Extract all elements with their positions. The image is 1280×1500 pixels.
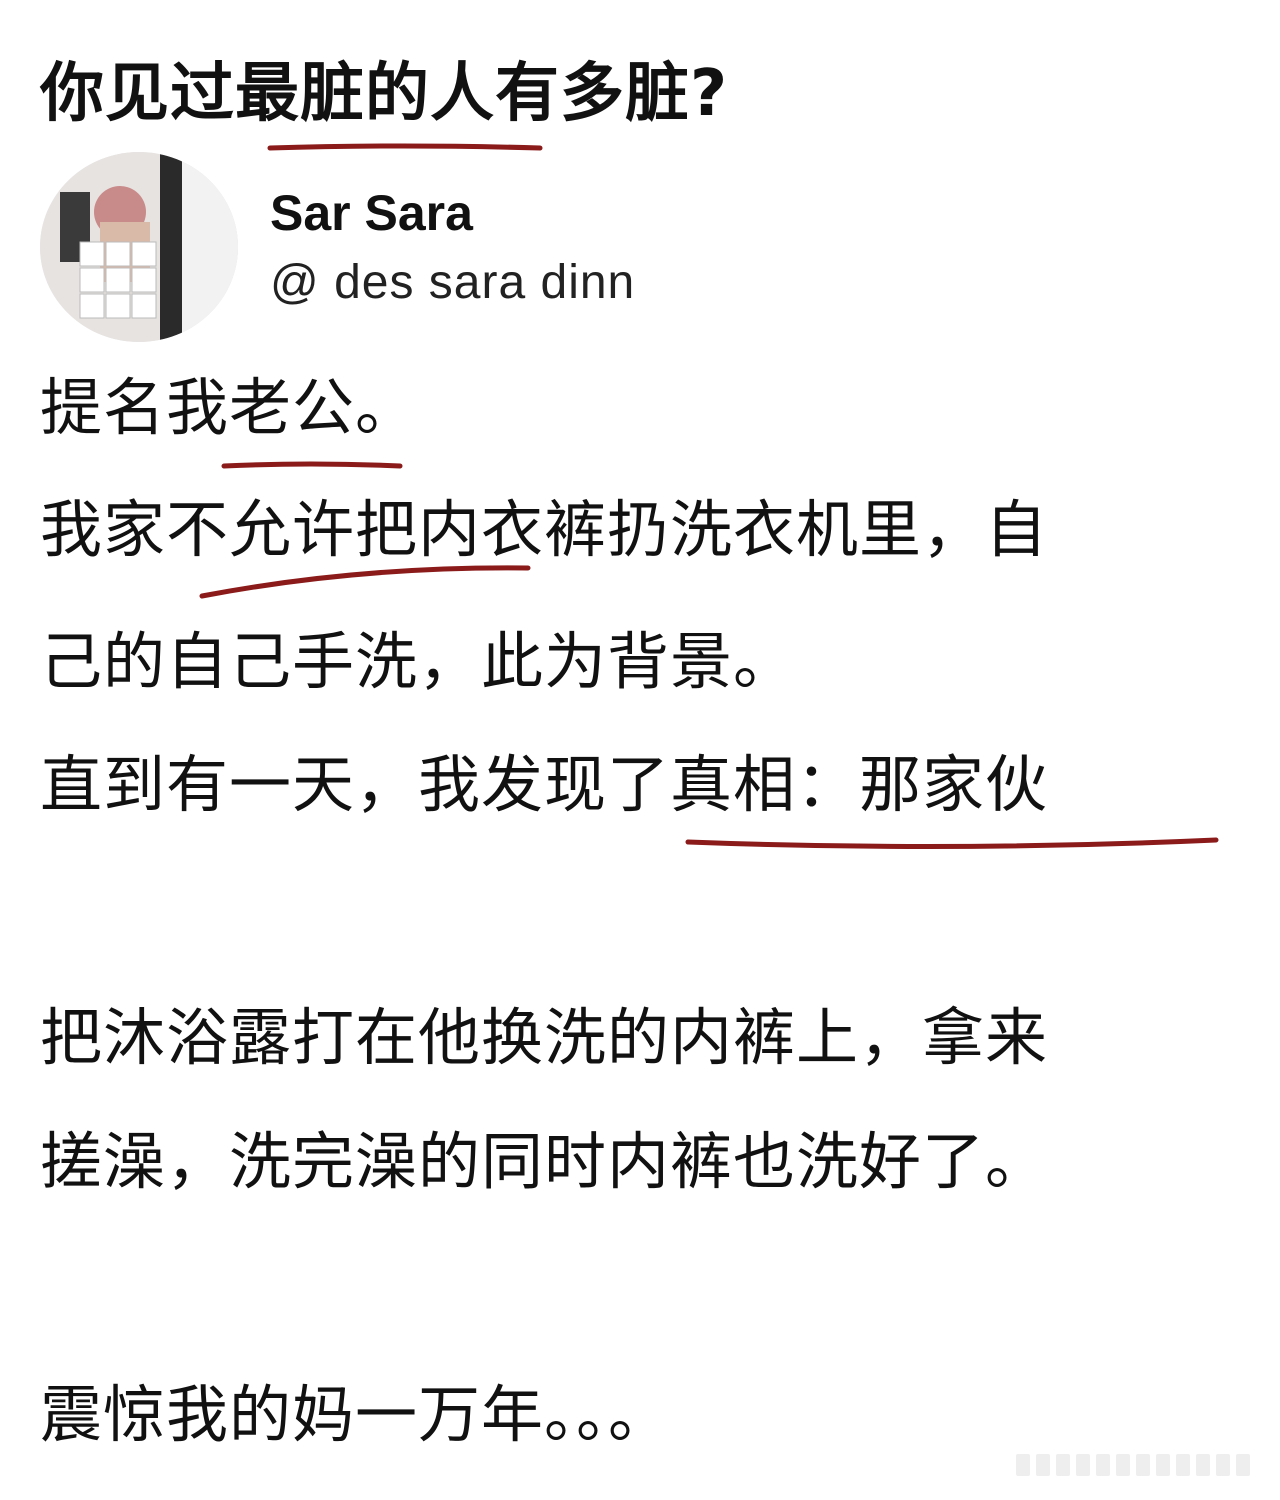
post-line: 直到有一天，我发现了真相：那家伙 (40, 748, 1049, 821)
author-display-name[interactable]: Sar Sara (270, 182, 473, 244)
underline-mark (685, 837, 1219, 850)
post-line: 己的自己手洗，此为背景。 (40, 625, 797, 698)
author-avatar[interactable] (40, 152, 238, 342)
avatar-image (40, 152, 238, 342)
author-handle[interactable]: @ des sara dinn (270, 252, 635, 314)
question-title: 你见过最脏的人有多脏? (40, 57, 729, 131)
post-line: 把沐浴露打在他换洗的内裤上，拿来 (40, 1001, 1049, 1074)
watermark-marks (1016, 1454, 1250, 1476)
underline-mark (221, 461, 403, 469)
post-line: 震惊我的妈一万年。。。 (40, 1378, 672, 1451)
underline-mark (267, 143, 543, 151)
post-line: 提名我老公。 (40, 371, 419, 444)
post-line: 我家不允许把内衣裤扔洗衣机里，自 (40, 493, 1049, 566)
post-line: 搓澡，洗完澡的同时内裤也洗好了。 (40, 1125, 1049, 1198)
underline-mark (199, 565, 531, 599)
